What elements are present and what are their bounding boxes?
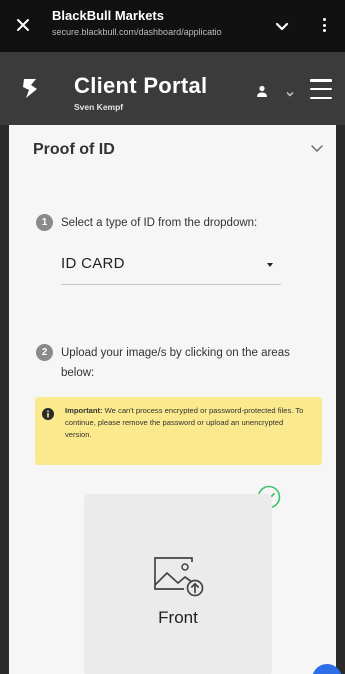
more-vert-icon[interactable] (318, 14, 330, 36)
user-icon[interactable] (255, 84, 269, 98)
section-title: Proof of ID (33, 141, 115, 158)
chevron-down-icon[interactable] (272, 16, 292, 36)
id-type-select[interactable]: ID CARD (61, 253, 281, 285)
step-instruction: Upload your image/s by clicking on the a… (61, 347, 290, 379)
browser-toolbar: BlackBull Markets secure.blackbull.com/d… (0, 0, 345, 52)
chevron-down-icon[interactable] (309, 140, 325, 156)
close-icon[interactable] (12, 14, 34, 36)
notice-strong: Important: (65, 406, 103, 415)
id-type-value: ID CARD (61, 255, 125, 272)
step-badge: 2 (36, 344, 53, 361)
image-upload-icon (152, 551, 208, 601)
caret-down-icon (267, 263, 273, 267)
page-title: Client Portal (74, 73, 208, 98)
upload-front-area[interactable]: Front (84, 494, 272, 674)
browser-url[interactable]: secure.blackbull.com/dashboard/applicati… (52, 27, 272, 37)
app-header: Client Portal Sven Kempf (0, 52, 345, 125)
chevron-down-icon[interactable] (285, 86, 295, 97)
important-notice: Important: We can't process encrypted or… (35, 397, 322, 465)
notice-text: Important: We can't process encrypted or… (65, 405, 310, 441)
blackbull-logo-icon[interactable] (20, 76, 42, 100)
browser-page-title: BlackBull Markets (52, 8, 164, 23)
proof-of-id-panel: Proof of ID 1 Select a type of ID from t… (9, 125, 336, 674)
step-instruction: Select a type of ID from the dropdown: (61, 217, 258, 229)
step-badge: 1 (36, 214, 53, 231)
upload-label: Front (158, 608, 198, 627)
user-name: Sven Kempf (74, 102, 124, 112)
info-icon (42, 407, 54, 420)
hamburger-icon[interactable] (310, 79, 332, 99)
